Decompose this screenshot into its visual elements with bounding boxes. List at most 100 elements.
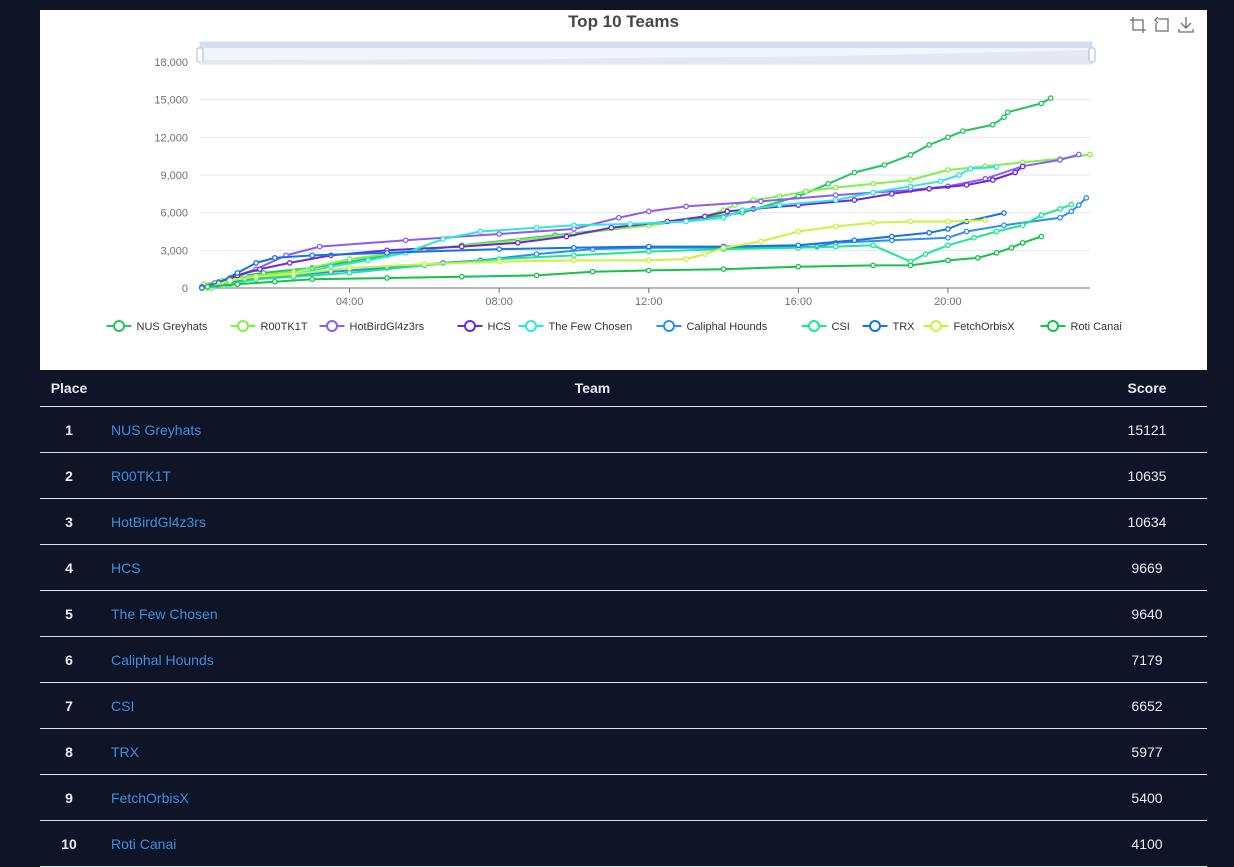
data-point (888, 190, 895, 197)
chart-title: Top 10 Teams (568, 12, 679, 31)
team-link[interactable]: TRX (111, 744, 139, 760)
legend-marker (663, 320, 675, 332)
place-cell: 1 (40, 406, 98, 453)
data-point (316, 243, 323, 250)
data-point (1075, 202, 1082, 208)
data-point (533, 251, 540, 257)
place-cell: 4 (40, 544, 98, 591)
legend-label[interactable]: HCS (488, 321, 511, 333)
team-cell: Roti Canai (98, 820, 1087, 867)
legend-label[interactable]: Caliphal Hounds (687, 321, 768, 333)
data-point (256, 266, 263, 273)
legend-label[interactable]: CSI (832, 321, 850, 333)
team-link[interactable]: FetchOrbisX (111, 790, 189, 806)
legend-label[interactable]: HotBirdGl4z3rs (350, 321, 425, 333)
score-cell: 9640 (1087, 590, 1207, 637)
team-cell: FetchOrbisX (98, 774, 1087, 821)
data-point (645, 248, 652, 255)
data-point (286, 260, 293, 266)
x-tick-label: 16:00 (785, 296, 813, 308)
data-point (1019, 222, 1026, 229)
datazoom-bar (200, 42, 1092, 48)
data-point (328, 263, 334, 270)
zoom-area-icon[interactable] (1129, 16, 1147, 34)
legend-label[interactable]: NUS Greyhats (137, 321, 208, 333)
legend-marker (326, 320, 338, 332)
table-row: 2 R00TK1T 10635 (40, 452, 1207, 499)
table-row: 4 HCS 9669 (40, 544, 1207, 591)
score-cell: 10635 (1087, 452, 1207, 499)
team-cell: HotBirdGl4z3rs (98, 498, 1087, 545)
data-point (993, 228, 1000, 235)
data-point (832, 184, 839, 191)
legend-label[interactable]: TRX (893, 321, 916, 333)
data-point (971, 234, 977, 241)
data-point (234, 270, 241, 276)
legend-label[interactable]: The Few Chosen (549, 321, 633, 333)
data-point (645, 267, 652, 274)
data-point (309, 276, 316, 283)
y-tick-label: 6,000 (160, 208, 188, 220)
data-point (945, 167, 951, 173)
data-point (615, 214, 622, 221)
data-point (967, 165, 974, 172)
legend-marker (525, 320, 537, 332)
data-point (309, 252, 316, 259)
team-link[interactable]: NUS Greyhats (111, 422, 201, 438)
datazoom-handle-right[interactable] (1088, 47, 1096, 63)
place-cell: 3 (40, 498, 98, 545)
data-point (290, 271, 297, 278)
data-point (907, 262, 914, 269)
data-point (627, 221, 633, 227)
data-point (1087, 151, 1093, 158)
team-link[interactable]: CSI (111, 698, 134, 714)
place-cell: 10 (40, 820, 98, 867)
data-point (739, 207, 746, 214)
legend-label[interactable]: R00TK1T (261, 321, 308, 333)
team-link[interactable]: Caliphal Hounds (111, 652, 214, 668)
team-cell: R00TK1T (98, 452, 1087, 499)
data-point (1083, 195, 1090, 201)
download-icon[interactable] (1177, 16, 1195, 34)
data-point (683, 218, 689, 225)
team-link[interactable]: Roti Canai (111, 836, 176, 852)
score-cell: 15121 (1087, 406, 1207, 453)
data-point (851, 197, 858, 203)
team-link[interactable]: HCS (111, 560, 141, 576)
team-link[interactable]: HotBirdGl4z3rs (111, 514, 206, 530)
y-tick-label: 18,000 (154, 57, 188, 69)
data-point (851, 169, 858, 176)
legend-label[interactable]: FetchOrbisX (954, 321, 1016, 333)
data-point (1019, 239, 1026, 246)
data-point (758, 198, 764, 205)
team-link[interactable]: The Few Chosen (111, 606, 218, 622)
team-link[interactable]: R00TK1T (111, 468, 171, 484)
data-point (204, 283, 211, 290)
data-point (683, 203, 689, 210)
place-cell: 5 (40, 590, 98, 637)
data-point (907, 152, 914, 158)
data-point (870, 262, 876, 269)
team-cell: TRX (98, 728, 1087, 775)
zoom-reset-icon[interactable] (1153, 16, 1171, 34)
data-point (608, 224, 615, 231)
place-cell: 2 (40, 452, 98, 499)
y-tick-label: 15,000 (154, 95, 188, 107)
legend-label[interactable]: Roti Canai (1071, 321, 1122, 333)
chart-toolbox (1129, 16, 1195, 34)
datazoom-handle-left[interactable] (196, 47, 204, 63)
data-point (945, 226, 951, 232)
data-point (993, 249, 1000, 256)
data-point (1075, 151, 1082, 158)
data-point (974, 255, 981, 261)
data-point (253, 260, 259, 266)
place-cell: 9 (40, 774, 98, 821)
data-point (907, 177, 914, 183)
data-point (989, 177, 996, 183)
table-row: 1 NUS Greyhats 15121 (40, 406, 1207, 453)
data-point (346, 265, 353, 271)
data-point (533, 272, 540, 279)
data-point (365, 257, 372, 264)
place-cell: 7 (40, 682, 98, 729)
data-point (384, 249, 390, 256)
